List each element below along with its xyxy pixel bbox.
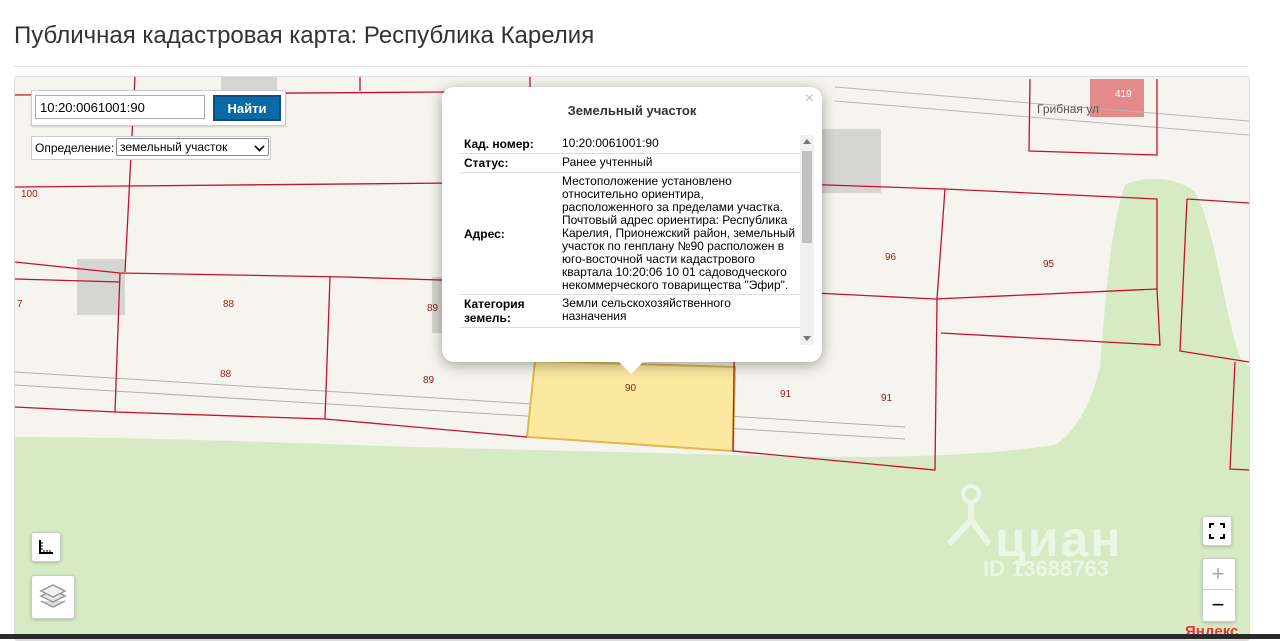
parcel-label: 91 [780,389,792,400]
bottom-strip [0,634,1280,639]
row-value: 10:20:0061001:90 [562,136,659,150]
layers-icon [39,584,67,608]
parcel-label: 89 [423,375,435,386]
scroll-thumb[interactable] [802,151,812,243]
parcel-label: 100 [21,189,38,200]
zoom-control: + − [1202,558,1236,622]
parcel-label: 88 [220,369,232,380]
selected-parcel [525,359,737,453]
parcel-info-table: Кад. номер: 10:20:0061001:90 Статус: Ран… [460,135,800,345]
parcel-label: 90 [625,383,637,394]
table-row: Статус: Ранее учтенный [460,154,800,173]
map-container[interactable]: 100 7 88 88 89 89 90 91 91 96 95 419 Гри… [14,76,1250,641]
title-divider [14,66,1248,67]
row-key: Кад. номер: [464,137,534,151]
building [821,129,881,193]
definition-select-value: земельный участок [120,140,228,154]
popup-title: Земельный участок [567,103,697,118]
definition-panel: Определение: земельный участок [31,136,271,160]
parcel-label: 88 [223,299,235,310]
scroll-up-icon[interactable] [803,139,811,144]
chevron-down-icon [254,141,265,152]
zoom-out-button[interactable]: − [1203,590,1233,620]
parcel-label: 96 [885,252,897,263]
page-title: Публичная кадастровая карта: Республика … [14,22,595,49]
row-value: Местоположение установлено относительно … [562,174,796,292]
definition-label: Определение: [35,141,115,155]
ruler-button[interactable] [31,532,61,562]
table-row: Категория земель: Земли сельскохозяйстве… [460,295,800,328]
road-line [15,371,906,428]
parcel-label: 91 [881,393,893,404]
parcel-label: 7 [17,299,23,310]
popup-scrollbar[interactable] [800,135,814,345]
search-panel: Найти [31,90,286,126]
row-key: Статус: [464,156,509,170]
parcel-label: 89 [427,303,439,314]
fullscreen-icon [1209,523,1225,539]
watermark-id: ID 13688763 [983,556,1109,581]
definition-select[interactable]: земельный участок [116,138,269,156]
watermark-logo-icon [946,484,992,547]
scroll-down-icon[interactable] [803,336,811,341]
ruler-icon [39,540,53,554]
parcel-info-popup: × Земельный участок Кад. номер: 10:20:00… [442,87,822,374]
building [77,259,125,315]
row-key: Адрес: [464,226,505,241]
search-input[interactable] [35,95,205,119]
row-key: Категория земель: [464,297,525,325]
table-row: Кад. номер: 10:20:0061001:90 [460,135,800,154]
fullscreen-button[interactable] [1202,516,1232,546]
layers-button[interactable] [31,575,75,619]
row-value: Земли сельскохозяйственного назначения [562,296,731,323]
search-button[interactable]: Найти [213,95,281,121]
zoom-in-button[interactable]: + [1203,559,1233,590]
popup-pointer [619,362,643,374]
row-value: Ранее учтенный [562,155,653,169]
building-number: 419 [1115,89,1132,100]
parcel-label: 95 [1043,259,1055,270]
table-row: Адрес: Местоположение установлено относи… [460,173,800,295]
street-label: Грибная ул [1037,102,1099,116]
